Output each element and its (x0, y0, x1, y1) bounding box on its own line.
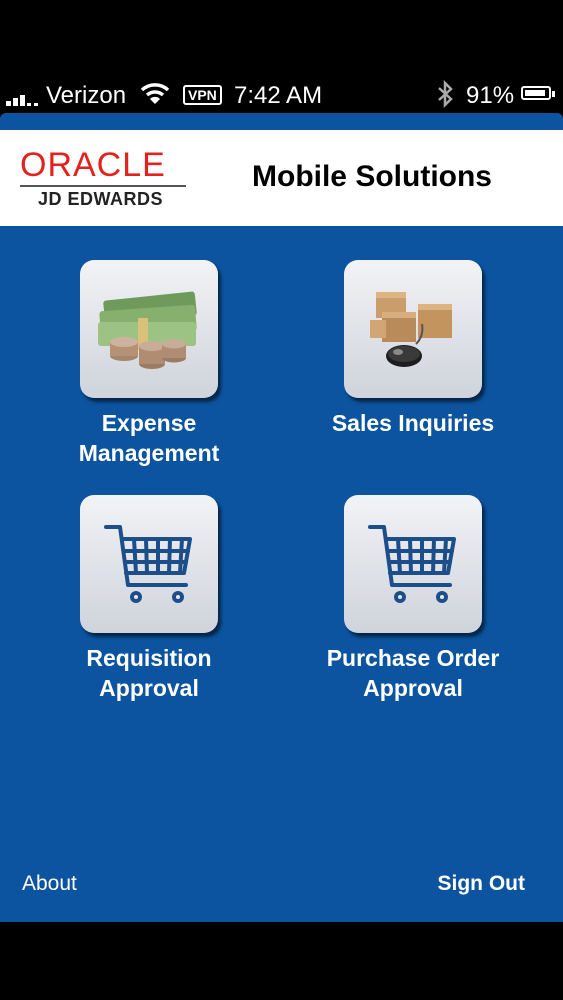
purchase-order-approval-label: Purchase Order Approval (263, 643, 563, 703)
about-link[interactable]: About (22, 872, 77, 896)
tile-label-line1: Purchase Order (326, 645, 500, 671)
battery-percentage: 91% (466, 82, 515, 109)
signal-strength-icon (6, 90, 40, 106)
tile-label-line1: Expense (101, 410, 197, 436)
tile-label-line2: Approval (99, 675, 199, 701)
battery-icon (521, 86, 555, 100)
requisition-approval-label: Requisition Approval (0, 643, 299, 703)
expense-management-tile[interactable]: Expense Management (79, 260, 220, 466)
vpn-badge: VPN (183, 85, 222, 105)
logo-subbrand: JD EDWARDS (38, 189, 164, 209)
clock: 7:42 AM (234, 82, 323, 109)
requisition-approval-button[interactable] (80, 495, 218, 633)
requisition-approval-tile[interactable]: Requisition Approval (80, 495, 220, 701)
sales-inquiries-label: Sales Inquiries (263, 408, 563, 438)
money-icon (98, 291, 197, 369)
shopping-cart-icon (104, 525, 192, 603)
app-screen: ORACLE JD EDWARDS Mobile Solutions Expen… (0, 113, 563, 922)
tile-label-line2: Approval (363, 675, 463, 701)
page-title: Mobile Solutions (252, 160, 492, 193)
oracle-jd-edwards-logo: ORACLE JD EDWARDS (20, 146, 188, 212)
sign-out-link[interactable]: Sign Out (438, 872, 526, 896)
tile-label-line2: Management (78, 440, 220, 466)
carrier-name: Verizon (46, 82, 127, 109)
expense-management-label: Expense Management (0, 408, 299, 468)
expense-management-button[interactable] (80, 260, 218, 398)
tile-label-line1: Sales Inquiries (331, 410, 495, 436)
purchase-order-approval-button[interactable] (344, 495, 482, 633)
boxes-mouse-icon (370, 292, 452, 367)
wifi-icon (140, 83, 170, 104)
logo-divider (20, 185, 186, 187)
sales-inquiries-tile[interactable]: Sales Inquiries (332, 260, 494, 436)
shopping-cart-icon (368, 525, 456, 603)
header-bar: ORACLE JD EDWARDS Mobile Solutions (0, 130, 563, 226)
bluetooth-icon (438, 80, 453, 108)
tile-label-line1: Requisition (86, 645, 212, 671)
purchase-order-approval-tile[interactable]: Purchase Order Approval (327, 495, 499, 701)
logo-brand: ORACLE (20, 146, 166, 184)
sales-inquiries-button[interactable] (344, 260, 482, 398)
